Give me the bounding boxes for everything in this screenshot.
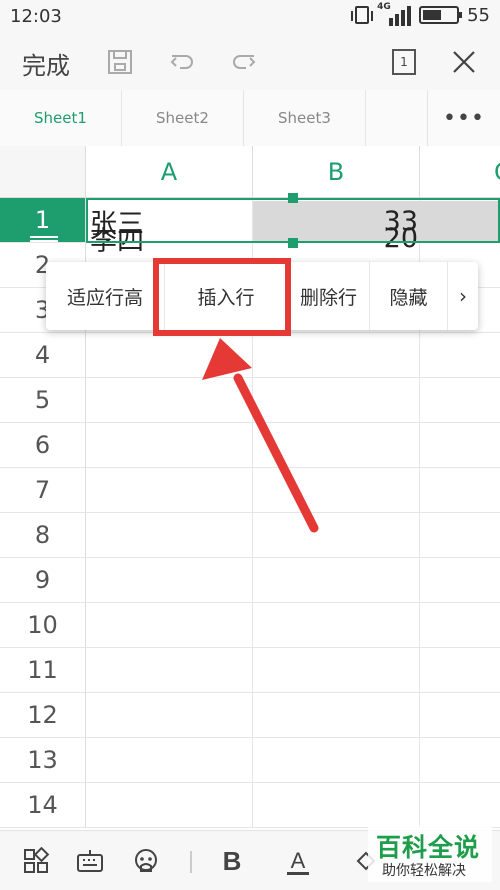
font-color-icon[interactable]: A xyxy=(282,845,314,877)
watermark-subtitle: 助你轻松解决 xyxy=(382,863,466,879)
keyboard-icon[interactable] xyxy=(74,845,106,877)
emoji-icon[interactable] xyxy=(130,845,162,877)
bold-icon[interactable]: B xyxy=(216,845,248,877)
toolbar-separator xyxy=(190,851,192,873)
watermark-logo: 百科全说 助你轻松解决 xyxy=(368,826,492,882)
annotation-arrow xyxy=(202,338,319,533)
apps-grid-icon[interactable] xyxy=(20,845,52,877)
watermark-title: 百科全说 xyxy=(376,833,481,862)
